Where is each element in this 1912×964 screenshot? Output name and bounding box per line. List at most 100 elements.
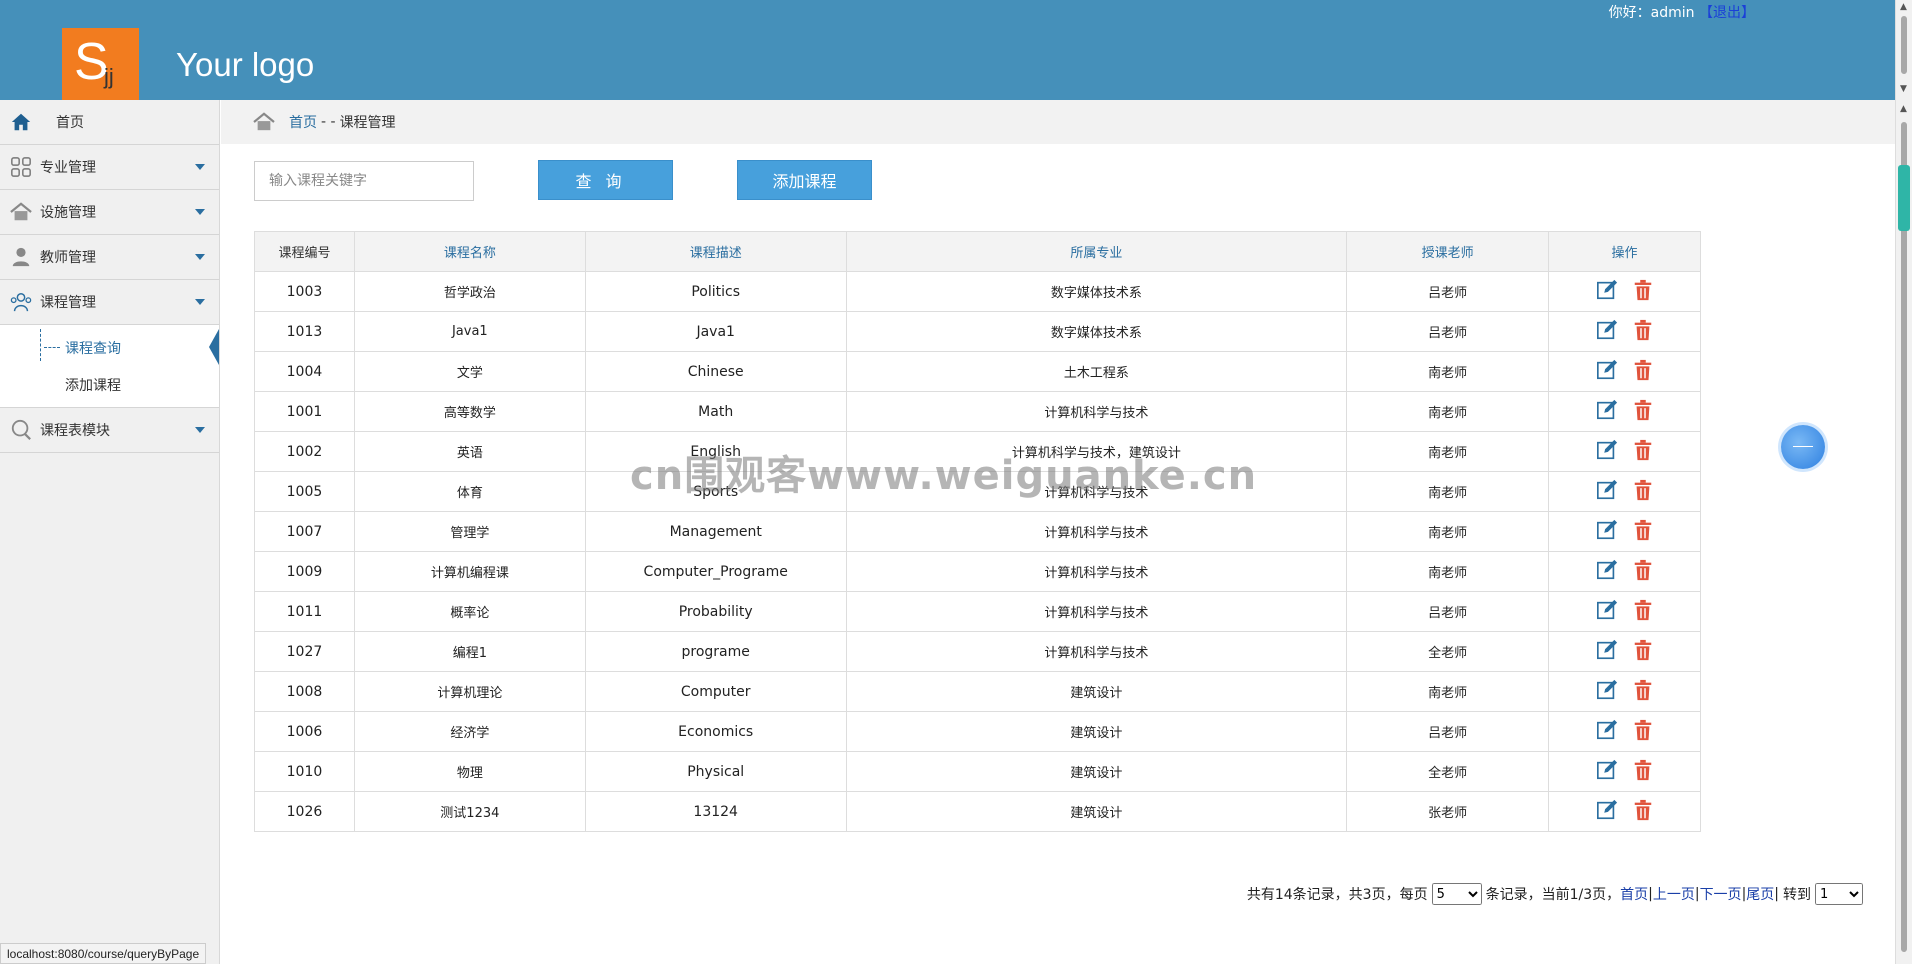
greeting: 你好：admin bbox=[1608, 5, 1695, 21]
scroll-down-arrow-icon[interactable]: ▼ bbox=[1900, 84, 1907, 94]
table-cell: 1013 bbox=[254, 311, 355, 352]
first-page-link[interactable]: 首页 bbox=[1620, 884, 1648, 904]
table-row: 1005 体育 Sports 计算机科学与技术 南老师 bbox=[254, 471, 1701, 512]
table-row: 1013 Java1 Java1 数字媒体技术系 吕老师 bbox=[254, 311, 1701, 352]
sidebar-item-course[interactable]: 课程管理 bbox=[0, 280, 219, 325]
table-cell-actions bbox=[1548, 671, 1701, 712]
delete-icon[interactable] bbox=[1632, 279, 1654, 301]
edit-icon[interactable] bbox=[1596, 359, 1618, 381]
table-cell: 哲学政治 bbox=[353, 271, 586, 312]
delete-icon[interactable] bbox=[1632, 479, 1654, 501]
page-select[interactable]: 1 bbox=[1815, 883, 1863, 905]
table-row: 1027 编程1 programe 计算机科学与技术 全老师 bbox=[254, 631, 1701, 672]
table-row: 1007 管理学 Management 计算机科学与技术 南老师 bbox=[254, 511, 1701, 552]
scroll-up-arrow-icon[interactable]: ▲ bbox=[1900, 104, 1907, 114]
home-icon bbox=[11, 113, 31, 131]
table-row: 1001 高等数学 Math 计算机科学与技术 南老师 bbox=[254, 391, 1701, 432]
table-cell: 全老师 bbox=[1346, 631, 1550, 672]
scroll-up-arrow-icon[interactable]: ▲ bbox=[1900, 2, 1907, 12]
delete-icon[interactable] bbox=[1632, 639, 1654, 661]
sidebar-subitem-add-course[interactable]: 添加课程 bbox=[0, 366, 219, 403]
sidebar-subitem-course-query[interactable]: 课程查询 bbox=[0, 329, 219, 366]
delete-icon[interactable] bbox=[1632, 519, 1654, 541]
sidebar-item-schedule[interactable]: 课程表模块 bbox=[0, 408, 219, 453]
delete-icon[interactable] bbox=[1632, 359, 1654, 381]
edit-icon[interactable] bbox=[1596, 759, 1618, 781]
pager-summary: 共有14条记录，共3页，每页 bbox=[1246, 887, 1428, 903]
edit-icon[interactable] bbox=[1596, 559, 1618, 581]
logout-link[interactable]: 【退出】 bbox=[1699, 5, 1755, 21]
chevron-down-icon bbox=[195, 254, 205, 260]
delete-icon[interactable] bbox=[1632, 759, 1654, 781]
pagination: 共有14条记录，共3页，每页 5 条记录，当前1/3页， 首页 | 上一页 | 下一… bbox=[1247, 883, 1867, 905]
grid-icon bbox=[11, 157, 31, 177]
delete-icon[interactable] bbox=[1632, 399, 1654, 421]
edit-icon[interactable] bbox=[1596, 679, 1618, 701]
table-header-row: 课程编号 课程名称 课程描述 所属专业 授课老师 操作 bbox=[254, 231, 1701, 272]
delete-icon[interactable] bbox=[1632, 559, 1654, 581]
delete-icon[interactable] bbox=[1632, 719, 1654, 741]
row-actions bbox=[1596, 279, 1654, 301]
table-cell: 1007 bbox=[254, 511, 355, 552]
table-cell: 南老师 bbox=[1346, 511, 1550, 552]
edit-icon[interactable] bbox=[1596, 599, 1618, 621]
table-body: 1003 哲学政治 Politics 数字媒体技术系 吕老师 1013 Java1 Java1… bbox=[254, 271, 1701, 832]
sidebar-item-facility[interactable]: 设施管理 bbox=[0, 190, 219, 235]
edit-icon[interactable] bbox=[1596, 399, 1618, 421]
scroll-marker bbox=[1898, 165, 1910, 231]
delete-icon[interactable] bbox=[1632, 679, 1654, 701]
search-input[interactable] bbox=[254, 161, 474, 201]
people-icon bbox=[10, 293, 32, 312]
table-cell: 计算机科学与技术 bbox=[845, 631, 1348, 672]
delete-icon[interactable] bbox=[1632, 799, 1654, 821]
edit-icon[interactable] bbox=[1596, 719, 1618, 741]
sidebar-item-major[interactable]: 专业管理 bbox=[0, 145, 219, 190]
chevron-down-icon bbox=[195, 299, 205, 305]
table-cell-actions bbox=[1548, 591, 1701, 632]
query-button[interactable]: 查询 bbox=[538, 160, 673, 200]
edit-icon[interactable] bbox=[1596, 319, 1618, 341]
row-actions bbox=[1596, 439, 1654, 461]
table-cell: 南老师 bbox=[1346, 431, 1550, 472]
table-cell: 计算机科学与技术 bbox=[845, 511, 1348, 552]
table-cell: 计算机编程课 bbox=[353, 551, 586, 592]
scroll-thumb-top[interactable] bbox=[1901, 16, 1907, 74]
last-page-link[interactable]: 尾页 bbox=[1746, 884, 1774, 904]
edit-icon[interactable] bbox=[1596, 799, 1618, 821]
table-cell: 计算机科学与技术 bbox=[845, 551, 1348, 592]
delete-icon[interactable] bbox=[1632, 439, 1654, 461]
edit-icon[interactable] bbox=[1596, 639, 1618, 661]
row-actions bbox=[1596, 679, 1654, 701]
table-row: 1002 英语 English 计算机科学与技术，建筑设计 南老师 bbox=[254, 431, 1701, 472]
breadcrumb-home-link[interactable]: 首页 bbox=[289, 112, 317, 132]
page-size-select[interactable]: 5 bbox=[1431, 883, 1482, 905]
table-row: 1026 测试1234 13124 建筑设计 张老师 bbox=[254, 791, 1701, 832]
table-cell: Java1 bbox=[353, 311, 586, 352]
table-cell-actions bbox=[1548, 551, 1701, 592]
edit-icon[interactable] bbox=[1596, 519, 1618, 541]
prev-page-link[interactable]: 上一页 bbox=[1653, 884, 1695, 904]
table-cell-actions bbox=[1548, 711, 1701, 752]
edit-icon[interactable] bbox=[1596, 279, 1618, 301]
next-page-link[interactable]: 下一页 bbox=[1700, 884, 1742, 904]
add-course-button[interactable]: 添加课程 bbox=[737, 160, 872, 200]
table-cell: 13124 bbox=[584, 791, 847, 832]
edit-icon[interactable] bbox=[1596, 439, 1618, 461]
delete-icon[interactable] bbox=[1632, 319, 1654, 341]
sidebar-item-home[interactable]: 首页 bbox=[0, 100, 219, 145]
edit-icon[interactable] bbox=[1596, 479, 1618, 501]
top-header: S jj Your logo 你好：admin 【退出】 bbox=[0, 0, 1895, 100]
table-cell: Management bbox=[584, 511, 847, 552]
table-cell: Chinese bbox=[584, 351, 847, 392]
table-cell-actions bbox=[1548, 271, 1701, 312]
scrollbar[interactable]: ▲ ▼ ▲ bbox=[1895, 0, 1912, 964]
table-cell: 编程1 bbox=[353, 631, 586, 672]
home-icon bbox=[253, 112, 275, 131]
delete-icon[interactable] bbox=[1632, 599, 1654, 621]
scroll-thumb[interactable] bbox=[1901, 122, 1907, 952]
column-header: 操作 bbox=[1548, 231, 1701, 272]
table-cell: 张老师 bbox=[1346, 791, 1550, 832]
table-cell: Computer bbox=[584, 671, 847, 712]
sidebar-item-teacher[interactable]: 教师管理 bbox=[0, 235, 219, 280]
floating-assistant-button[interactable] bbox=[1781, 425, 1825, 469]
